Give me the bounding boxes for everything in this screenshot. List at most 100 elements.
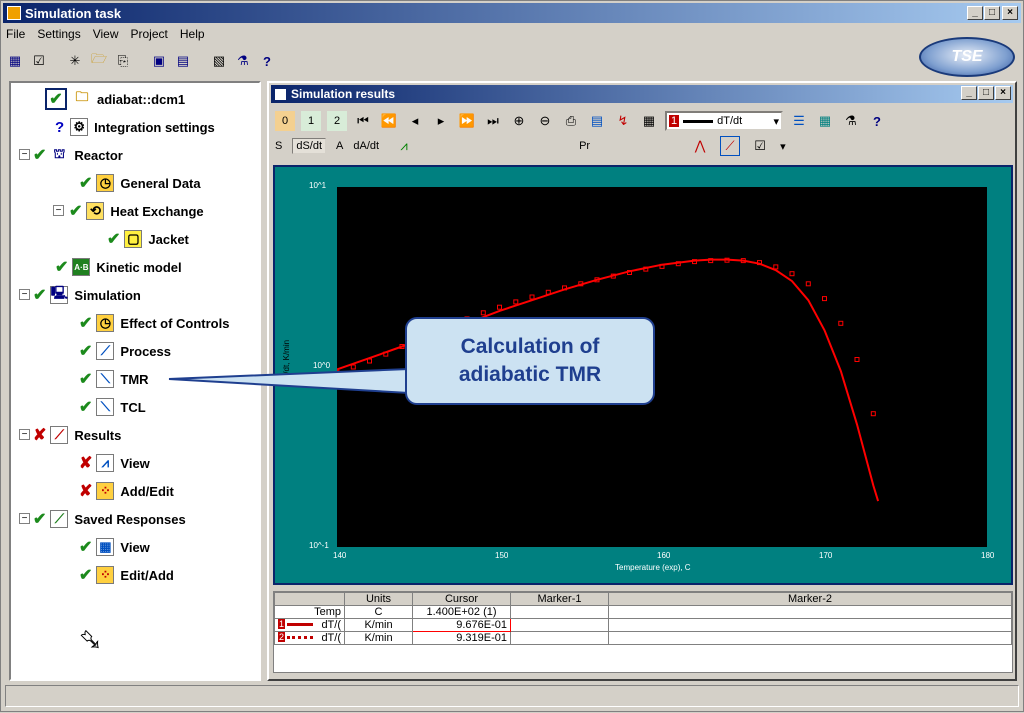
tree-item-tcl[interactable]: ✔ ⟍ TCL [79, 395, 146, 419]
row-units: K/min [344, 618, 413, 632]
tree-item-results[interactable]: ✘ ⟋ Results [33, 423, 121, 447]
tree-item-general-data[interactable]: ✔ ◷ General Data [79, 171, 201, 195]
check-option-icon[interactable]: ☑ [750, 136, 770, 156]
tree-item-process[interactable]: ✔ ⟋ Process [79, 339, 171, 363]
callout-tmr: Calculation of adiabatic TMR [405, 317, 655, 405]
copy-icon[interactable]: ⎘ [113, 51, 133, 71]
tree-item-heat-exchange[interactable]: ✔ ⟲ Heat Exchange [69, 199, 204, 223]
row-marker2 [608, 605, 1012, 619]
minimize-button[interactable]: _ [967, 6, 983, 20]
tab-da-dt[interactable]: dA/dt [353, 140, 379, 152]
lab-icon[interactable]: ⚗ [233, 51, 253, 71]
help-icon[interactable]: ? [257, 51, 277, 71]
tree-item-saved-view[interactable]: ✔ ▦ View [79, 535, 150, 559]
menu-project[interactable]: Project [130, 27, 169, 41]
save-icon[interactable]: ▣ [149, 51, 169, 71]
save-as-icon[interactable]: ▤ [173, 51, 193, 71]
series-0-button[interactable]: 0 [275, 111, 295, 131]
grid-icon[interactable]: ▦ [5, 51, 25, 71]
new-icon[interactable]: ✳ [65, 51, 85, 71]
results-minimize-button[interactable]: _ [961, 86, 977, 100]
table-view-icon[interactable]: ▦ [815, 111, 835, 131]
check-icon: ✔ [79, 567, 93, 584]
color-grid-icon[interactable]: ▦ [639, 111, 659, 131]
zoom-out-icon[interactable]: ⊖ [535, 111, 555, 131]
tab-s[interactable]: S [275, 140, 282, 152]
series-1-button[interactable]: 1 [301, 111, 321, 131]
table-row[interactable]: 1 dT/( K/min 9.676E-01 [274, 618, 1012, 632]
first-icon[interactable]: ⏮ [353, 111, 373, 131]
results-title-bar: Simulation results _ □ × [271, 85, 1013, 103]
tree-root[interactable]: ✔ 🗀 adiabat::dcm1 [45, 87, 185, 111]
help-icon[interactable]: ? [867, 111, 887, 131]
open-icon[interactable]: 🗁 [89, 51, 109, 71]
tree-item-label: Jacket [148, 231, 189, 247]
tree-item-jacket[interactable]: ✔ ▢ Jacket [107, 227, 189, 251]
tree-item-add-edit[interactable]: ✘ ⁘ Add/Edit [79, 479, 174, 503]
results-close-button[interactable]: × [995, 86, 1011, 100]
status-bar [5, 685, 1019, 707]
grid-header-blank [274, 592, 345, 606]
zoom-in-icon[interactable]: ⊕ [509, 111, 529, 131]
tree-item-edit-add[interactable]: ✔ ⁘ Edit/Add [79, 563, 174, 587]
menu-settings[interactable]: Settings [36, 27, 81, 41]
menu-help[interactable]: Help [179, 27, 206, 41]
print-icon[interactable]: ⎙ [561, 111, 581, 131]
back-icon[interactable]: ◂ [405, 111, 425, 131]
tree-item-label: Reactor [74, 147, 123, 163]
series-2-name: dT/( [321, 632, 341, 644]
row-cursor: 1.400E+02 (1) [412, 605, 511, 619]
callout-line-2: adiabatic TMR [458, 363, 602, 386]
x-axis-label: Temperature (exp), C [615, 563, 691, 572]
check-icon[interactable]: ☑ [29, 51, 49, 71]
menu-file[interactable]: File [5, 27, 26, 41]
row-units: K/min [344, 631, 413, 645]
marker-icon[interactable]: ↯ [613, 111, 633, 131]
series-2-button[interactable]: 2 [327, 111, 347, 131]
tree-item-reactor[interactable]: ✔ ⛫ Reactor [33, 143, 123, 167]
maximize-button[interactable]: □ [984, 6, 1000, 20]
fast-forward-icon[interactable]: ⏩ [457, 111, 477, 131]
series-dropdown[interactable]: 1 dT/dt ▾ [665, 111, 783, 131]
grid-header-marker2: Marker-2 [608, 592, 1012, 606]
collapse-saved-responses-icon[interactable]: − [19, 513, 30, 524]
checked-box-icon: ✔ [45, 88, 67, 110]
chevron-down-icon[interactable]: ▾ [780, 140, 786, 153]
tab-pr[interactable]: Pr [579, 140, 590, 152]
collapse-results-icon[interactable]: − [19, 429, 30, 440]
tab-a[interactable]: A [336, 140, 343, 152]
tmr-chart-icon: ⟍ [96, 370, 115, 388]
reactor-icon: ⛫ [53, 146, 66, 161]
tree-item-integration-settings[interactable]: ? ⚙ Integration settings [55, 115, 215, 139]
peak-icon[interactable]: ⋀ [690, 136, 710, 156]
table-row[interactable]: Temp C 1.400E+02 (1) [274, 605, 1012, 619]
menu-view[interactable]: View [92, 27, 120, 41]
tab-ds-dt[interactable]: dS/dt [292, 138, 327, 154]
collapse-reactor-icon[interactable]: − [19, 149, 30, 160]
kinetic-icon: A·B [72, 258, 91, 276]
row-units: C [344, 605, 413, 619]
chart-options-icon[interactable]: ⩘ [389, 136, 419, 156]
legend-icon[interactable]: ▤ [587, 111, 607, 131]
check-icon: ✔ [69, 203, 83, 220]
tree-item-simulation[interactable]: ✔ 🖳 Simulation [33, 283, 141, 307]
lab-icon[interactable]: ⚗ [841, 111, 861, 131]
tree-item-kinetic-model[interactable]: ✔ A·B Kinetic model [55, 255, 182, 279]
row-cursor[interactable]: 9.676E-01 [412, 618, 511, 632]
results-maximize-button[interactable]: □ [978, 86, 994, 100]
collapse-heat-exchange-icon[interactable]: − [53, 205, 64, 216]
fast-back-icon[interactable]: ⏪ [379, 111, 399, 131]
last-icon[interactable]: ⏭ [483, 111, 503, 131]
list-view-icon[interactable]: ☰ [789, 111, 809, 131]
settings-icon: ⚙ [70, 118, 89, 136]
tree-item-saved-responses[interactable]: ✔ ⟋ Saved Responses [33, 507, 186, 531]
tree-item-results-view[interactable]: ✘ ⩘ View [79, 451, 150, 475]
table-row[interactable]: 2 dT/( K/min 9.319E-01 [274, 631, 1012, 645]
tree-item-tmr[interactable]: ✔ ⟍ TMR [79, 367, 149, 391]
collapse-simulation-icon[interactable]: − [19, 289, 30, 300]
trend-icon[interactable]: ⟋ [720, 136, 741, 156]
export-icon[interactable]: ▧ [209, 51, 229, 71]
forward-icon[interactable]: ▸ [431, 111, 451, 131]
tree-item-effect-of-controls[interactable]: ✔ ◷ Effect of Controls [79, 311, 229, 335]
close-button[interactable]: × [1002, 6, 1018, 20]
